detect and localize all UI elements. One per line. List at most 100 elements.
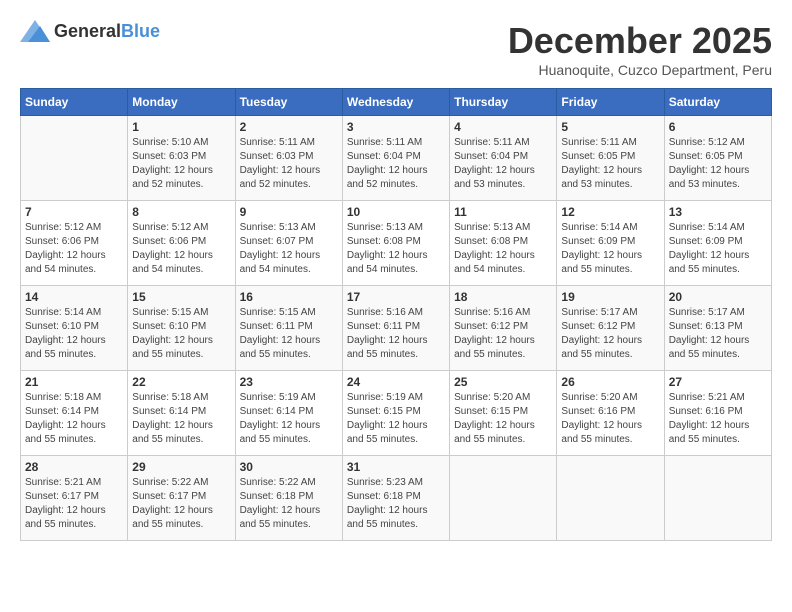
day-info: Sunrise: 5:20 AMSunset: 6:16 PMDaylight:… xyxy=(561,391,659,447)
day-number: 13 xyxy=(669,205,767,219)
day-number: 4 xyxy=(454,120,552,134)
title-section: December 2025 Huanoquite, Cuzco Departme… xyxy=(508,20,772,78)
day-number: 19 xyxy=(561,290,659,304)
day-info: Sunrise: 5:15 AMSunset: 6:11 PMDaylight:… xyxy=(240,306,338,362)
page-header: GeneralBlue December 2025 Huanoquite, Cu… xyxy=(20,20,772,78)
day-info: Sunrise: 5:13 AMSunset: 6:07 PMDaylight:… xyxy=(240,221,338,277)
day-number: 18 xyxy=(454,290,552,304)
day-number: 29 xyxy=(132,460,230,474)
logo-general: General xyxy=(54,21,121,41)
day-info: Sunrise: 5:16 AMSunset: 6:11 PMDaylight:… xyxy=(347,306,445,362)
day-cell: 23 Sunrise: 5:19 AMSunset: 6:14 PMDayligh… xyxy=(235,371,342,456)
day-info: Sunrise: 5:12 AMSunset: 6:05 PMDaylight:… xyxy=(669,136,767,192)
day-cell: 16 Sunrise: 5:15 AMSunset: 6:11 PMDayligh… xyxy=(235,286,342,371)
header-sunday: Sunday xyxy=(21,89,128,116)
day-number: 3 xyxy=(347,120,445,134)
day-info: Sunrise: 5:16 AMSunset: 6:12 PMDaylight:… xyxy=(454,306,552,362)
day-cell: 21Sunrise: 5:18 AMSunset: 6:14 PMDayligh… xyxy=(21,371,128,456)
week-row-5: 28Sunrise: 5:21 AMSunset: 6:17 PMDayligh… xyxy=(21,456,772,541)
day-cell: 6 Sunrise: 5:12 AMSunset: 6:05 PMDaylight… xyxy=(664,116,771,201)
day-info: Sunrise: 5:11 AMSunset: 6:03 PMDaylight:… xyxy=(240,136,338,192)
header-tuesday: Tuesday xyxy=(235,89,342,116)
day-number: 28 xyxy=(25,460,123,474)
day-number: 26 xyxy=(561,375,659,389)
day-number: 16 xyxy=(240,290,338,304)
day-number: 20 xyxy=(669,290,767,304)
day-number: 2 xyxy=(240,120,338,134)
day-info: Sunrise: 5:13 AMSunset: 6:08 PMDaylight:… xyxy=(454,221,552,277)
day-cell: 22 Sunrise: 5:18 AMSunset: 6:14 PMDayligh… xyxy=(128,371,235,456)
logo-icon xyxy=(20,20,50,42)
day-info: Sunrise: 5:10 AMSunset: 6:03 PMDaylight:… xyxy=(132,136,230,192)
day-number: 22 xyxy=(132,375,230,389)
day-cell: 8 Sunrise: 5:12 AMSunset: 6:06 PMDaylight… xyxy=(128,201,235,286)
day-info: Sunrise: 5:17 AMSunset: 6:12 PMDaylight:… xyxy=(561,306,659,362)
day-cell: 26 Sunrise: 5:20 AMSunset: 6:16 PMDayligh… xyxy=(557,371,664,456)
logo: GeneralBlue xyxy=(20,20,160,42)
day-number: 1 xyxy=(132,120,230,134)
week-row-1: 1 Sunrise: 5:10 AMSunset: 6:03 PMDaylight… xyxy=(21,116,772,201)
day-number: 7 xyxy=(25,205,123,219)
day-info: Sunrise: 5:23 AMSunset: 6:18 PMDaylight:… xyxy=(347,476,445,532)
month-year-title: December 2025 xyxy=(508,20,772,62)
day-info: Sunrise: 5:19 AMSunset: 6:15 PMDaylight:… xyxy=(347,391,445,447)
day-info: Sunrise: 5:12 AMSunset: 6:06 PMDaylight:… xyxy=(132,221,230,277)
day-cell: 17 Sunrise: 5:16 AMSunset: 6:11 PMDayligh… xyxy=(342,286,449,371)
day-cell: 24 Sunrise: 5:19 AMSunset: 6:15 PMDayligh… xyxy=(342,371,449,456)
logo-blue: Blue xyxy=(121,21,160,41)
week-row-4: 21 Sunrise: 5:18 AMSunset: 6:14 PMDayligh… xyxy=(21,371,772,456)
day-cell: 14Sunrise: 5:14 AMSunset: 6:10 PMDayligh… xyxy=(21,286,128,371)
day-cell: 15 Sunrise: 5:15 AMSunset: 6:10 PMDayligh… xyxy=(128,286,235,371)
day-number: 14 xyxy=(25,290,123,304)
day-cell: 1 Sunrise: 5:10 AMSunset: 6:03 PMDaylight… xyxy=(128,116,235,201)
header-friday: Friday xyxy=(557,89,664,116)
day-number: 23 xyxy=(240,375,338,389)
day-number: 24 xyxy=(347,375,445,389)
day-number: 12 xyxy=(561,205,659,219)
day-number: 17 xyxy=(347,290,445,304)
day-cell: 20Sunrise: 5:17 AMSunset: 6:13 PMDayligh… xyxy=(664,286,771,371)
header-wednesday: Wednesday xyxy=(342,89,449,116)
day-cell: 10Sunrise: 5:13 AMSunset: 6:08 PMDayligh… xyxy=(342,201,449,286)
day-cell: 18 Sunrise: 5:16 AMSunset: 6:12 PMDayligh… xyxy=(450,286,557,371)
day-info: Sunrise: 5:15 AMSunset: 6:10 PMDaylight:… xyxy=(132,306,230,362)
day-cell xyxy=(664,456,771,541)
day-number: 11 xyxy=(454,205,552,219)
location-subtitle: Huanoquite, Cuzco Department, Peru xyxy=(508,62,772,78)
day-info: Sunrise: 5:14 AMSunset: 6:09 PMDaylight:… xyxy=(561,221,659,277)
calendar-body: 1 Sunrise: 5:10 AMSunset: 6:03 PMDaylight… xyxy=(21,116,772,541)
day-number: 9 xyxy=(240,205,338,219)
day-cell xyxy=(450,456,557,541)
header-monday: Monday xyxy=(128,89,235,116)
day-info: Sunrise: 5:11 AMSunset: 6:04 PMDaylight:… xyxy=(347,136,445,192)
day-info: Sunrise: 5:14 AMSunset: 6:09 PMDaylight:… xyxy=(669,221,767,277)
day-info: Sunrise: 5:21 AMSunset: 6:16 PMDaylight:… xyxy=(669,391,767,447)
day-cell: 19 Sunrise: 5:17 AMSunset: 6:12 PMDayligh… xyxy=(557,286,664,371)
day-cell: 4Sunrise: 5:11 AMSunset: 6:04 PMDaylight… xyxy=(450,116,557,201)
day-number: 6 xyxy=(669,120,767,134)
day-number: 10 xyxy=(347,205,445,219)
week-row-3: 14Sunrise: 5:14 AMSunset: 6:10 PMDayligh… xyxy=(21,286,772,371)
day-cell: 29Sunrise: 5:22 AMSunset: 6:17 PMDayligh… xyxy=(128,456,235,541)
header-row: Sunday Monday Tuesday Wednesday Thursday… xyxy=(21,89,772,116)
day-cell: 5 Sunrise: 5:11 AMSunset: 6:05 PMDaylight… xyxy=(557,116,664,201)
day-cell: 30 Sunrise: 5:22 AMSunset: 6:18 PMDayligh… xyxy=(235,456,342,541)
day-number: 15 xyxy=(132,290,230,304)
day-info: Sunrise: 5:11 AMSunset: 6:05 PMDaylight:… xyxy=(561,136,659,192)
day-cell: 7Sunrise: 5:12 AMSunset: 6:06 PMDaylight… xyxy=(21,201,128,286)
day-cell xyxy=(557,456,664,541)
day-number: 8 xyxy=(132,205,230,219)
day-info: Sunrise: 5:22 AMSunset: 6:18 PMDaylight:… xyxy=(240,476,338,532)
day-number: 25 xyxy=(454,375,552,389)
day-number: 21 xyxy=(25,375,123,389)
day-cell: 12 Sunrise: 5:14 AMSunset: 6:09 PMDayligh… xyxy=(557,201,664,286)
day-cell xyxy=(21,116,128,201)
day-info: Sunrise: 5:18 AMSunset: 6:14 PMDaylight:… xyxy=(132,391,230,447)
day-number: 5 xyxy=(561,120,659,134)
day-cell: 25 Sunrise: 5:20 AMSunset: 6:15 PMDayligh… xyxy=(450,371,557,456)
day-info: Sunrise: 5:19 AMSunset: 6:14 PMDaylight:… xyxy=(240,391,338,447)
day-number: 30 xyxy=(240,460,338,474)
day-number: 31 xyxy=(347,460,445,474)
day-info: Sunrise: 5:20 AMSunset: 6:15 PMDaylight:… xyxy=(454,391,552,447)
day-cell: 27Sunrise: 5:21 AMSunset: 6:16 PMDayligh… xyxy=(664,371,771,456)
